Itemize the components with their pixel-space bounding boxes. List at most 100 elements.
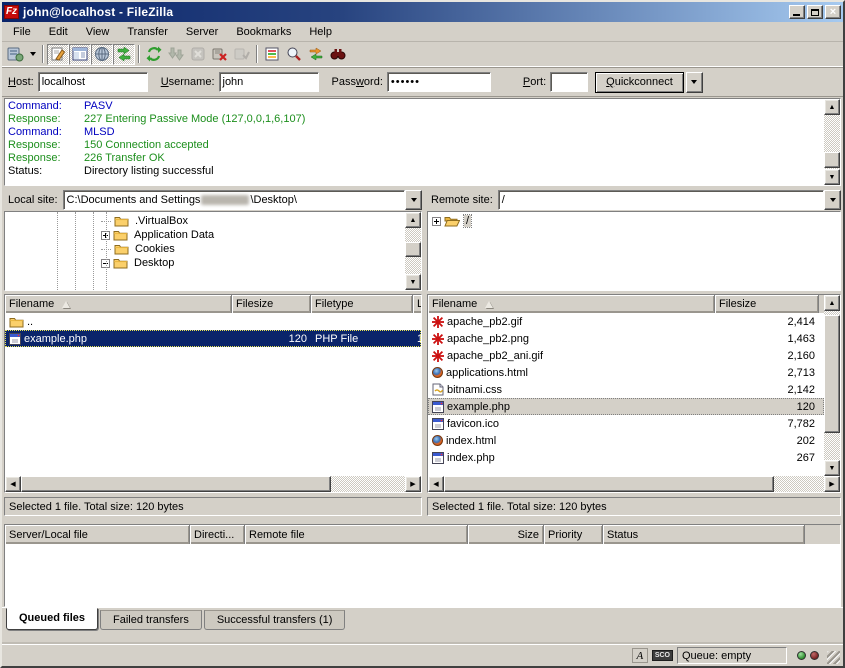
local-horizontal-scrollbar[interactable]: ◀ ▶	[5, 476, 421, 492]
file-row[interactable]: apache_pb2.gif2,414	[428, 313, 824, 330]
tab-failed-transfers[interactable]: Failed transfers	[100, 610, 202, 630]
file-row[interactable]: example.php120PHP File1	[5, 330, 421, 347]
process-queue-button[interactable]	[165, 44, 187, 65]
scroll-up-icon[interactable]: ▲	[824, 99, 840, 115]
file-row[interactable]: index.html202	[428, 432, 824, 449]
remote-selection-status: Selected 1 file. Total size: 120 bytes	[427, 497, 841, 516]
file-row[interactable]: bitnami.css2,142	[428, 381, 824, 398]
column-header-filetype[interactable]: Filetype	[311, 295, 413, 313]
tree-item-root[interactable]: /	[428, 214, 840, 228]
find-files-button[interactable]	[327, 44, 349, 65]
remote-site-combobox[interactable]: /	[498, 190, 841, 210]
file-row[interactable]: index.php267	[428, 449, 824, 466]
toggle-local-tree-button[interactable]	[69, 44, 91, 65]
scrollbar-thumb[interactable]	[824, 315, 840, 433]
scroll-down-icon[interactable]: ▼	[824, 169, 840, 185]
scroll-left-icon[interactable]: ◀	[428, 476, 444, 492]
queue-column-server-local-file[interactable]: Server/Local file	[5, 525, 190, 544]
title-bar[interactable]: Fz john@localhost - FileZilla ×	[2, 2, 843, 22]
scroll-left-icon[interactable]: ◀	[5, 476, 21, 492]
queue-column-size[interactable]: Size	[468, 525, 544, 544]
queue-column-priority[interactable]: Priority	[544, 525, 603, 544]
file-row[interactable]: applications.html2,713	[428, 364, 824, 381]
scroll-down-icon[interactable]: ▼	[824, 460, 840, 476]
queue-column-remote-file[interactable]: Remote file	[245, 525, 468, 544]
toggle-remote-tree-button[interactable]	[91, 44, 113, 65]
remote-list-scrollbar[interactable]: ▲ ▼	[824, 295, 840, 476]
file-row[interactable]: apache_pb2_ani.gif2,160	[428, 347, 824, 364]
menu-edit[interactable]: Edit	[40, 24, 77, 40]
column-header-filesize[interactable]: Filesize	[715, 295, 819, 313]
toggle-message-log-button[interactable]	[47, 44, 69, 65]
remote-site-dropdown-button[interactable]	[824, 190, 841, 210]
scrollbar-thumb[interactable]	[824, 152, 840, 168]
scrollbar-thumb[interactable]	[405, 242, 421, 257]
file-cell: example.php	[5, 333, 232, 345]
scroll-right-icon[interactable]: ▶	[824, 476, 840, 492]
scrollbar-thumb[interactable]	[444, 476, 774, 492]
directory-comparison-button[interactable]	[283, 44, 305, 65]
menu-view[interactable]: View	[77, 24, 119, 40]
local-path-value[interactable]: C:\Documents and Settings\Desktop\	[63, 190, 405, 210]
speed-limit-icon[interactable]: SCO	[652, 650, 673, 661]
scroll-down-icon[interactable]: ▼	[405, 274, 421, 290]
reconnect-button[interactable]	[231, 44, 253, 65]
tree-item-virtualbox[interactable]: .VirtualBox	[5, 214, 405, 228]
column-header-filename[interactable]: Filename	[5, 295, 232, 313]
column-header-l[interactable]: L	[413, 295, 422, 313]
toggle-transfer-queue-button[interactable]	[113, 44, 135, 65]
remote-horizontal-scrollbar[interactable]: ◀ ▶	[428, 476, 840, 492]
scrollbar-thumb[interactable]	[21, 476, 331, 492]
queue-column-directi[interactable]: Directi...	[190, 525, 245, 544]
scroll-up-icon[interactable]: ▲	[405, 212, 421, 228]
menu-transfer[interactable]: Transfer	[118, 24, 177, 40]
tree-item-desktop[interactable]: Desktop	[5, 256, 405, 270]
tree-item-cookies[interactable]: Cookies	[5, 242, 405, 256]
local-site-combobox[interactable]: C:\Documents and Settings\Desktop\	[63, 190, 422, 210]
menu-file[interactable]: File	[4, 24, 40, 40]
site-manager-dropdown-button[interactable]	[26, 44, 39, 65]
log-line-text: MLSD	[84, 126, 115, 139]
refresh-button[interactable]	[143, 44, 165, 65]
site-manager-button[interactable]	[4, 44, 26, 65]
expand-icon[interactable]	[432, 217, 441, 226]
synchronized-browsing-button[interactable]	[305, 44, 327, 65]
scroll-right-icon[interactable]: ▶	[405, 476, 421, 492]
file-row[interactable]: ..	[5, 313, 421, 330]
disconnect-button[interactable]	[209, 44, 231, 65]
file-row[interactable]: apache_pb2.png1,463	[428, 330, 824, 347]
queue-column-status[interactable]: Status	[603, 525, 805, 544]
scroll-up-icon[interactable]: ▲	[824, 295, 840, 311]
tab-queued-files[interactable]: Queued files	[6, 608, 98, 630]
cancel-button[interactable]	[187, 44, 209, 65]
password-input[interactable]: ••••••	[387, 72, 491, 92]
file-row[interactable]: favicon.ico7,782	[428, 415, 824, 432]
menu-help[interactable]: Help	[300, 24, 341, 40]
column-header-filename[interactable]: Filename	[428, 295, 715, 313]
local-site-dropdown-button[interactable]	[405, 190, 422, 210]
local-tree-scrollbar[interactable]: ▲ ▼	[405, 212, 421, 290]
file-row[interactable]: example.php120	[428, 398, 824, 415]
port-input[interactable]	[550, 72, 588, 92]
remote-path-value[interactable]: /	[498, 190, 824, 210]
process-queue-icon	[168, 46, 184, 62]
quickconnect-dropdown-button[interactable]	[686, 72, 703, 93]
datatype-ascii-icon[interactable]: A	[632, 648, 648, 663]
tree-item-application-data[interactable]: Application Data	[5, 228, 405, 242]
filter-button[interactable]	[261, 44, 283, 65]
menu-server[interactable]: Server	[177, 24, 227, 40]
menu-bookmarks[interactable]: Bookmarks	[227, 24, 300, 40]
close-button[interactable]: ×	[825, 5, 841, 19]
message-log: Command:PASVResponse:227 Entering Passiv…	[4, 98, 841, 186]
host-input[interactable]: localhost	[38, 72, 148, 92]
username-input[interactable]: john	[219, 72, 319, 92]
quickconnect-button[interactable]: Quickconnect	[595, 72, 684, 93]
password-label: Password:	[332, 76, 383, 88]
column-header-filesize[interactable]: Filesize	[232, 295, 311, 313]
log-scrollbar[interactable]: ▲ ▼	[824, 99, 840, 185]
queue-body[interactable]	[5, 544, 840, 606]
maximize-button[interactable]	[807, 5, 823, 19]
resize-grip[interactable]	[827, 651, 840, 664]
tab-successful-transfers-1[interactable]: Successful transfers (1)	[204, 610, 346, 630]
minimize-button[interactable]	[789, 5, 805, 19]
